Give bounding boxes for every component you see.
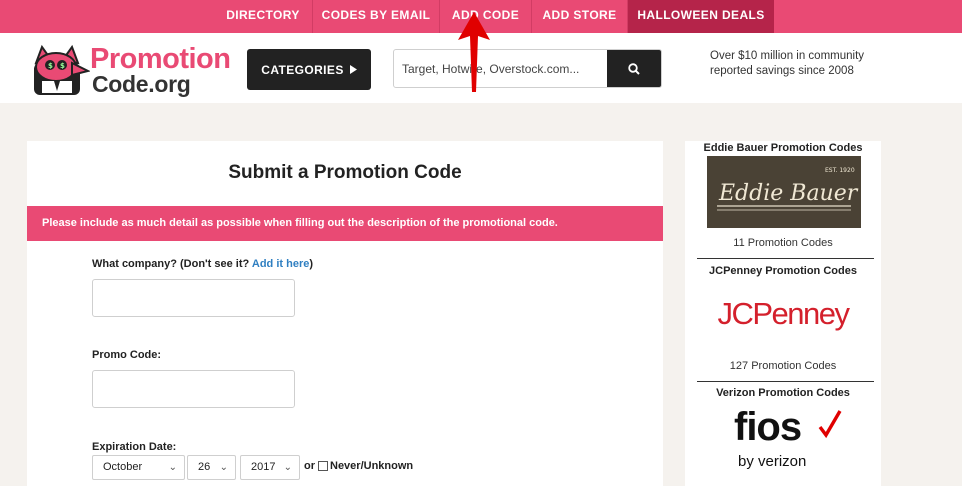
search-button[interactable] (607, 50, 661, 87)
eddie-bauer-logo[interactable]: Eddie Bauer EST. 1920 (707, 156, 861, 228)
savings-tagline: Over $10 million in community reported s… (710, 50, 865, 77)
chevron-down-icon: ⌄ (219, 462, 228, 473)
logo-text-code-org: Code.org (92, 71, 191, 97)
nav-codes-by-email[interactable]: CODES BY EMAIL (313, 0, 440, 33)
red-arrow-annotation (458, 12, 490, 92)
sidebar-stores: Eddie Bauer Promotion Codes Eddie Bauer … (685, 141, 881, 486)
company-input[interactable] (92, 279, 295, 317)
divider (697, 258, 874, 259)
fox-mascot-icon: $ $ (34, 44, 90, 95)
submit-code-form: Submit a Promotion Code Please include a… (27, 141, 663, 486)
search-icon (628, 62, 640, 75)
add-company-link[interactable]: Add it here (252, 258, 309, 270)
or-text: or (304, 460, 315, 472)
search-input[interactable] (402, 50, 602, 87)
svg-text:EST. 1920: EST. 1920 (825, 167, 855, 174)
year-select[interactable]: 2017 ⌄ (240, 455, 300, 480)
expiration-label: Expiration Date: (92, 441, 177, 453)
verizon-logo[interactable]: fios by verizon (685, 403, 881, 473)
promo-code-input[interactable] (92, 370, 295, 408)
search-box (393, 49, 662, 88)
never-unknown-checkbox[interactable] (318, 461, 328, 471)
promo-code-label: Promo Code: (92, 349, 162, 361)
store-count-eddie-bauer: 11 Promotion Codes (733, 237, 833, 249)
categories-button[interactable]: CATEGORIES (247, 49, 371, 90)
nav-directory[interactable]: DIRECTORY (214, 0, 313, 33)
nav-add-store[interactable]: ADD STORE (532, 0, 628, 33)
verizon-check-icon (818, 410, 842, 439)
company-label: What company? (Don't see it? Add it here… (92, 258, 314, 270)
svg-text:$: $ (48, 62, 53, 70)
day-select[interactable]: 26 ⌄ (187, 455, 236, 480)
page-title: Submit a Promotion Code (228, 162, 462, 183)
svg-text:Eddie Bauer: Eddie Bauer (718, 181, 859, 206)
never-unknown-label: Never/Unknown (330, 460, 414, 472)
store-title-verizon[interactable]: Verizon Promotion Codes (685, 387, 881, 399)
divider (697, 381, 874, 382)
notice-banner: Please include as much detail as possibl… (27, 206, 663, 241)
site-logo[interactable]: $ $ Promotion Code.org (28, 41, 231, 99)
categories-label: CATEGORIES (261, 62, 344, 77)
store-title-jcpenney[interactable]: JCPenney Promotion Codes (685, 265, 881, 277)
chevron-down-icon: ⌄ (168, 462, 177, 473)
caret-right-icon (349, 65, 357, 74)
jcpenney-logo[interactable]: JCPenney (685, 296, 881, 332)
month-select[interactable]: October ⌄ (92, 455, 185, 480)
store-count-jcpenney: 127 Promotion Codes (729, 360, 837, 372)
store-title-eddie-bauer[interactable]: Eddie Bauer Promotion Codes (685, 142, 881, 154)
nav-halloween-deals[interactable]: HALLOWEEN DEALS (628, 0, 774, 33)
svg-text:$: $ (60, 62, 65, 70)
chevron-down-icon: ⌄ (283, 462, 292, 473)
